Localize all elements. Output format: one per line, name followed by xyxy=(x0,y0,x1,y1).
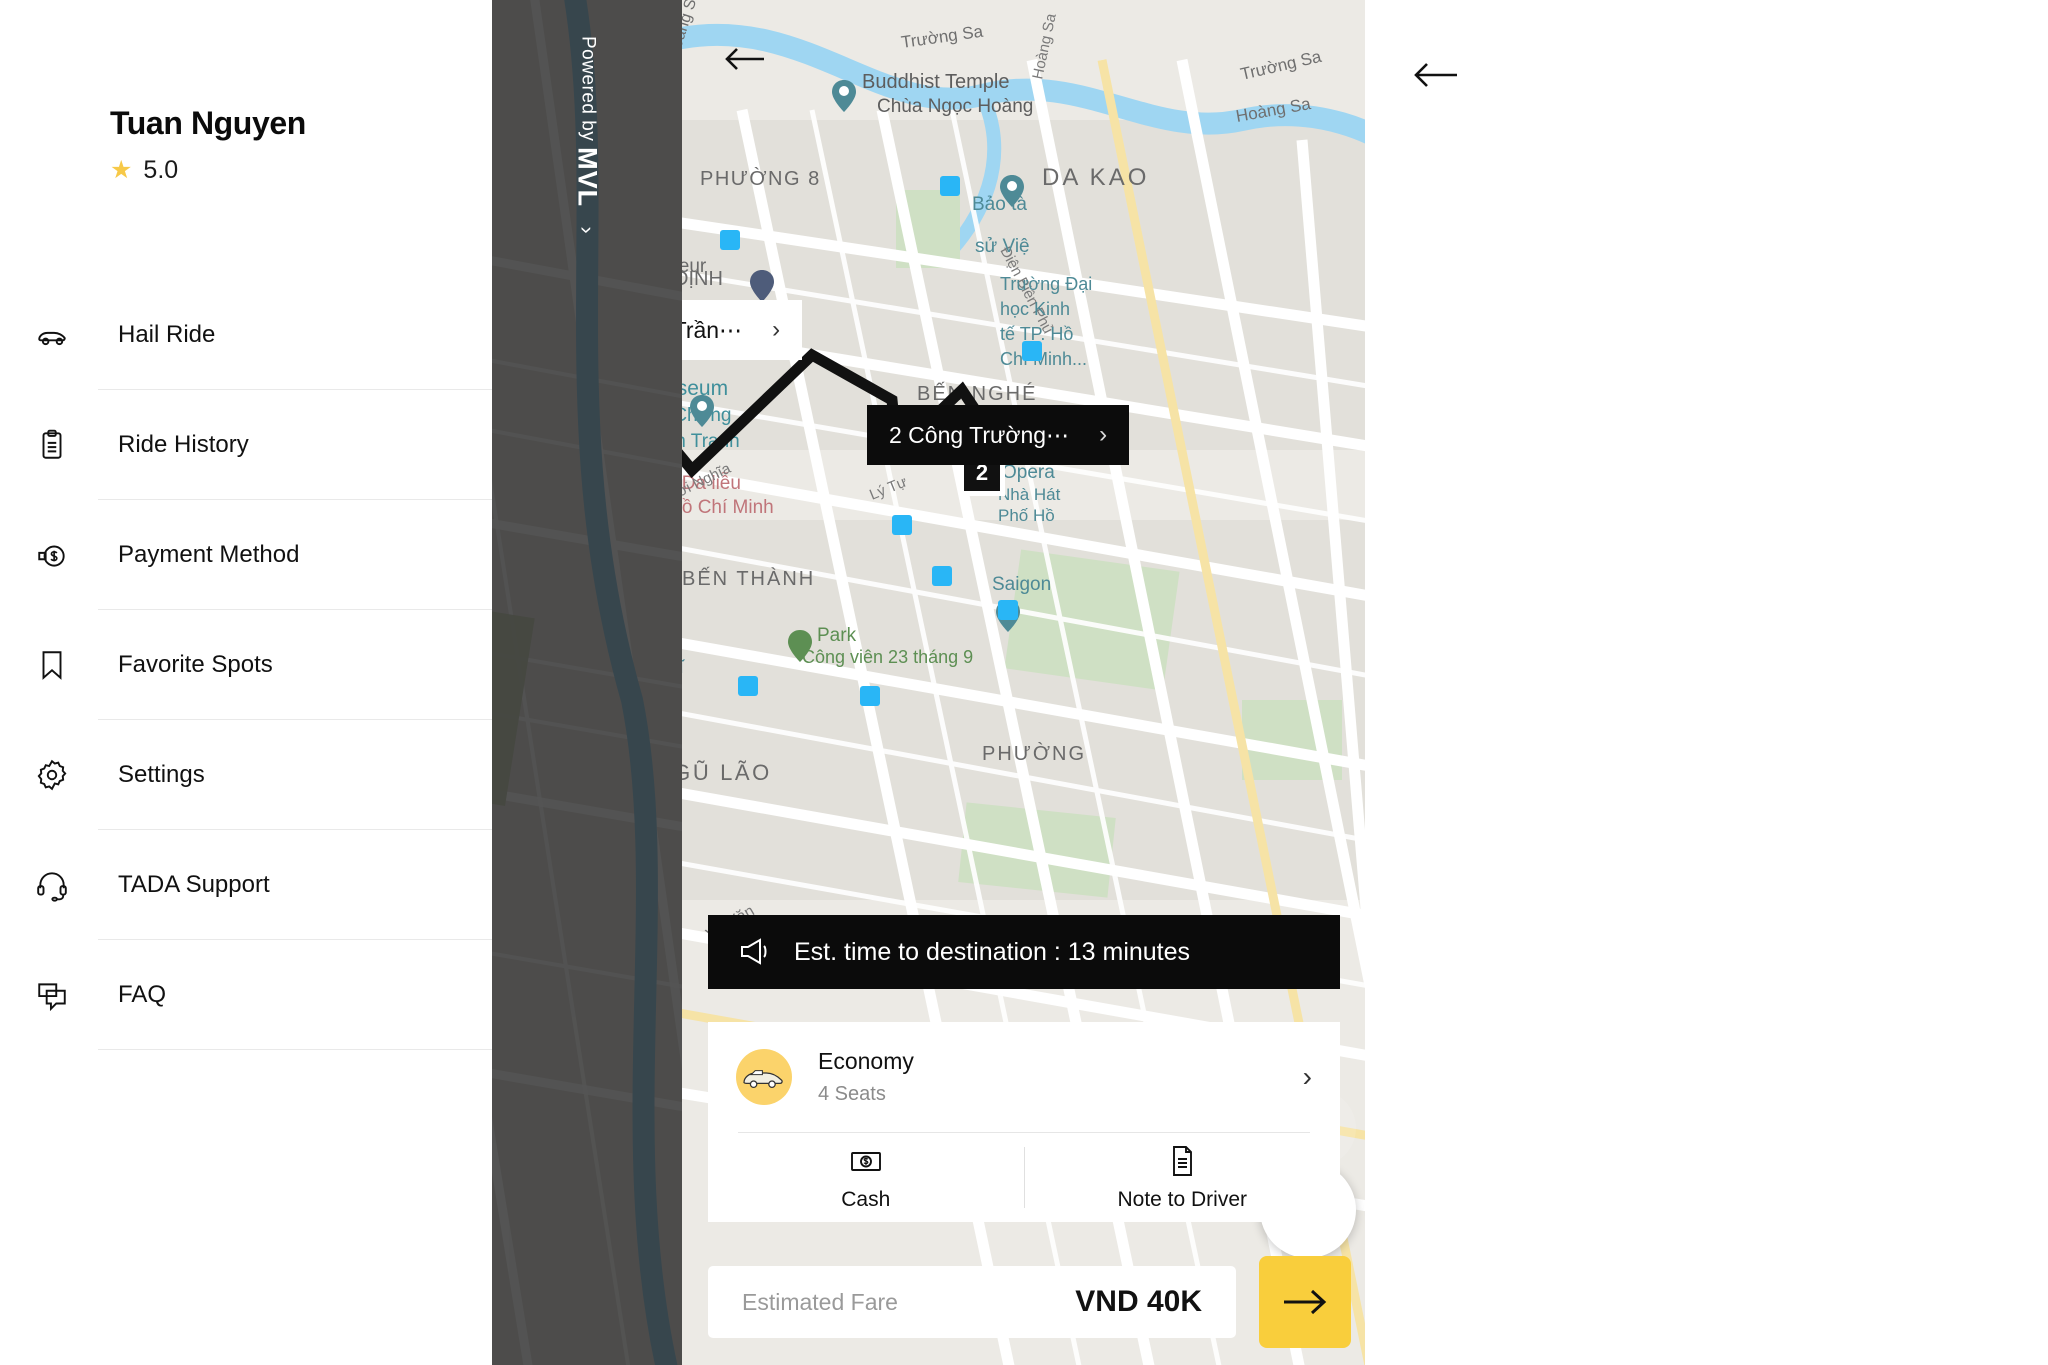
arrow-left-icon xyxy=(725,48,764,70)
note-to-driver-button[interactable]: Note to Driver xyxy=(1025,1133,1341,1222)
chat-bubbles-icon xyxy=(28,971,76,1019)
chevron-down-icon[interactable]: › xyxy=(574,226,600,233)
profile-name: Tuan Nguyen xyxy=(110,105,306,141)
estimated-fare-label: Estimated Fare xyxy=(742,1288,898,1315)
chevron-right-icon: › xyxy=(772,316,781,343)
arrow-left-icon xyxy=(1414,63,1457,87)
eta-banner: Est. time to destination : 13 minutes xyxy=(708,915,1340,989)
select-car-type-panel xyxy=(1365,0,2048,1365)
sidebar-item-payment-method[interactable]: Payment Method xyxy=(0,500,492,610)
note-to-driver-label: Note to Driver xyxy=(1117,1187,1248,1211)
sidebar-item-label: Hail Ride xyxy=(118,321,216,348)
sidebar-item-tada-support[interactable]: TADA Support xyxy=(0,830,492,940)
headset-icon xyxy=(28,861,76,909)
note-icon xyxy=(1173,1145,1193,1176)
sidebar-item-label: Settings xyxy=(118,761,205,788)
eta-text: Est. time to destination : 13 minutes xyxy=(794,937,1191,966)
estimated-fare-bar: Estimated Fare VND 40K xyxy=(708,1266,1236,1338)
selected-ride-texts: Economy 4 Seats xyxy=(818,1048,1303,1106)
ride-card-actions: Cash Note to Driver xyxy=(708,1133,1340,1222)
sidebar-item-label: Payment Method xyxy=(118,541,300,568)
profile-block: Tuan Nguyen ★ 5.0 xyxy=(110,105,306,185)
app-screen: Tuan Nguyen ★ 5.0 Hail Ride Ride History… xyxy=(0,0,2048,1365)
payment-method-button[interactable]: Cash xyxy=(708,1133,1024,1222)
sidebar-item-favorite-spots[interactable]: Favorite Spots xyxy=(0,610,492,720)
car-icon xyxy=(28,311,76,359)
dropoff-address: 2 Công Trường⋯ xyxy=(889,421,1070,448)
chevron-right-icon[interactable]: › xyxy=(1303,1061,1312,1093)
sidebar-item-label: TADA Support xyxy=(118,871,270,898)
mvl-brand: MVL xyxy=(572,147,603,208)
select-car-type-back-button[interactable] xyxy=(1410,55,1462,95)
dropoff-address-bubble[interactable]: 2 Công Trường⋯ › xyxy=(867,405,1130,465)
star-icon: ★ xyxy=(110,156,133,184)
selected-ride-seats: 4 Seats xyxy=(818,1083,886,1105)
powered-by-mvl[interactable]: Powered by MVL › xyxy=(572,36,603,243)
clipboard-icon xyxy=(28,421,76,469)
sidebar-item-ride-history[interactable]: Ride History xyxy=(0,390,492,500)
sidebar-item-settings[interactable]: Settings xyxy=(0,720,492,830)
powered-prefix: Powered by xyxy=(577,36,599,148)
arrow-right-icon xyxy=(1284,1289,1327,1315)
rating-value: 5.0 xyxy=(143,156,179,184)
money-dollar-icon xyxy=(28,531,76,579)
chevron-right-icon: › xyxy=(1099,421,1108,448)
pickup-address: 85 Đường Trần⋯ xyxy=(682,316,743,343)
pickup-address-bubble[interactable]: 85 Đường Trần⋯ › xyxy=(682,300,803,360)
drawer-menu: Hail Ride Ride History Payment Method Fa… xyxy=(0,280,492,1050)
car-economy-icon xyxy=(736,1049,792,1105)
selected-ride-name: Economy xyxy=(818,1048,914,1074)
sidebar-item-label: Ride History xyxy=(118,431,249,458)
sidebar-item-hail-ride[interactable]: Hail Ride xyxy=(0,280,492,390)
sidebar-item-label: FAQ xyxy=(118,981,167,1008)
cash-icon xyxy=(850,1151,881,1171)
side-drawer: Tuan Nguyen ★ 5.0 Hail Ride Ride History… xyxy=(0,0,492,1365)
dimmed-map-strip[interactable]: Powered by MVL › xyxy=(492,0,682,1365)
gear-icon xyxy=(28,751,76,799)
powered-by-label: Powered by MVL xyxy=(572,36,603,207)
megaphone-icon xyxy=(741,938,767,965)
payment-method-label: Cash xyxy=(841,1187,891,1211)
map-back-button[interactable] xyxy=(722,42,768,82)
selected-ride-card[interactable]: Economy 4 Seats › Cash Note to Driver xyxy=(708,1022,1340,1222)
profile-rating: ★ 5.0 xyxy=(110,156,306,185)
sidebar-item-label: Favorite Spots xyxy=(118,651,273,678)
estimated-fare-value: VND 40K xyxy=(1075,1285,1202,1318)
bookmark-icon xyxy=(28,641,76,689)
confirm-ride-button[interactable] xyxy=(1259,1256,1351,1348)
sidebar-item-faq[interactable]: FAQ xyxy=(0,940,492,1050)
selected-ride-row[interactable]: Economy 4 Seats › xyxy=(708,1022,1340,1132)
